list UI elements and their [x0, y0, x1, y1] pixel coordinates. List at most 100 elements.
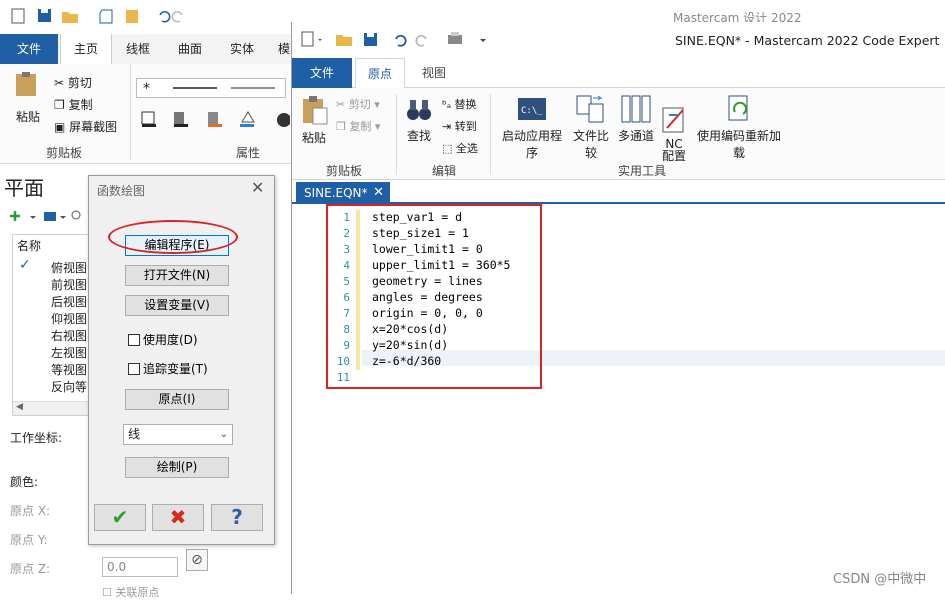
attribute-color-icons[interactable]: [140, 108, 290, 130]
cancel-button[interactable]: ✖: [152, 504, 204, 531]
background-ribbon-tabs: 文件 主页 线框 曲面 实体 模: [0, 34, 300, 64]
code-expert-ribbon: 粘贴 ✂ 剪切 ▾ ❐ 复制 ▾ 剪贴板 查找 ᵇₐ 替换 ⇥ 转到 ⬚ 全选 …: [292, 88, 945, 180]
checkbox-box: [128, 334, 140, 346]
check-icon: ✓: [19, 257, 31, 273]
bg-screenshot-label: 屏幕截图: [69, 120, 118, 134]
launch-app-button[interactable]: C:\_ 启动应用程序: [498, 96, 566, 161]
bg-tab-home[interactable]: 主页: [60, 34, 112, 64]
document-tab-label: SINE.EQN*: [304, 186, 368, 200]
cut-button[interactable]: ✂ 剪切 ▾: [336, 96, 380, 112]
watermark: CSDN @中微中: [833, 572, 927, 587]
link-origin-checkbox[interactable]: ☐ 关联原点: [102, 584, 159, 600]
select-all-icon: ⬚: [442, 142, 453, 155]
paste-button[interactable]: 粘贴: [298, 94, 330, 146]
plane-list-hscrollbar[interactable]: ◀: [13, 401, 89, 415]
dialog-title: 函数绘图: [97, 184, 146, 198]
select-all-button[interactable]: ⬚ 全选: [442, 140, 478, 156]
quick-access-icons[interactable]: [10, 6, 190, 26]
bg-copy-button[interactable]: ❐ 复制: [54, 96, 93, 113]
bg-line-style-dropdowns[interactable]: *: [136, 78, 286, 98]
tab-origin[interactable]: 原点: [355, 58, 405, 89]
tab-file[interactable]: 文件: [292, 58, 352, 88]
trace-variables-label: 追踪变量(T): [143, 362, 208, 376]
bg-tab-file[interactable]: 文件: [0, 34, 58, 64]
open-file-button[interactable]: 打开文件(N): [125, 265, 229, 286]
bg-tab-surface[interactable]: 曲面: [168, 34, 212, 64]
code-expert-qat-icons[interactable]: [300, 30, 500, 50]
bg-tab-solid[interactable]: 实体: [220, 34, 264, 64]
bg-paste-label: 粘贴: [16, 110, 41, 124]
svg-text:C:\_: C:\_: [521, 106, 543, 116]
plane-item[interactable]: 仰视图: [51, 310, 87, 327]
multi-channel-icon: [621, 95, 651, 123]
bg-cut-label: 剪切: [67, 76, 92, 90]
cut-label: 剪切: [348, 98, 371, 111]
clipboard-group-label: 剪贴板: [326, 164, 363, 178]
clipboard-icon: [303, 96, 328, 125]
copy-button[interactable]: ❐ 复制 ▾: [336, 118, 380, 134]
reload-encoding-button[interactable]: 使用编码重新加载: [694, 94, 784, 161]
plane-item[interactable]: 反向等: [51, 378, 87, 395]
close-icon[interactable]: ✕: [373, 182, 384, 204]
use-degrees-checkbox[interactable]: 使用度(D): [128, 331, 198, 348]
geometry-type-select[interactable]: 线 ⌄: [123, 424, 233, 445]
binoculars-icon: [407, 100, 431, 120]
multi-channel-button[interactable]: 多通道: [616, 94, 656, 144]
select-all-label: 全选: [455, 142, 478, 155]
file-compare-icon: [576, 95, 604, 123]
plane-item[interactable]: 俯视图: [51, 259, 87, 276]
bg-screenshot-button[interactable]: ▣ 屏幕截图: [54, 118, 117, 135]
help-button[interactable]: ?: [211, 504, 263, 531]
code-expert-title: SINE.EQN* - Mastercam 2022 Code Expert: [675, 33, 940, 48]
tools-group-label: 实用工具: [618, 164, 667, 178]
plane-item[interactable]: 右视图: [51, 327, 87, 344]
plane-toolbar[interactable]: [8, 208, 88, 224]
nc-config-label: NC 配置: [661, 137, 686, 163]
plane-item[interactable]: 等视图: [51, 361, 87, 378]
checkbox-box: [128, 363, 140, 375]
camera-icon: ▣: [54, 120, 66, 134]
annotation-ellipse: [108, 220, 238, 254]
plane-list[interactable]: 名称 ✓ 俯视图 前视图 后视图 仰视图 右视图 左视图 等视图 反向等 ◀: [12, 234, 90, 416]
draw-button[interactable]: 绘制(P): [125, 457, 229, 478]
bg-cut-button[interactable]: ✂ 剪切: [54, 74, 92, 91]
reload-icon: [728, 95, 748, 121]
launch-app-label: 启动应用程序: [501, 129, 562, 160]
plane-item[interactable]: 后视图: [51, 293, 87, 310]
document-tab[interactable]: SINE.EQN* ✕: [296, 182, 390, 204]
clipboard-icon: [16, 72, 36, 96]
set-variables-button[interactable]: 设置变量(V): [125, 295, 229, 316]
bg-attributes-group-label: 属性: [236, 146, 261, 160]
bg-copy-label: 复制: [68, 98, 93, 112]
no-entry-icon[interactable]: ⊘: [186, 549, 208, 571]
nc-config-icon: [662, 107, 684, 133]
bg-tab-wireframe[interactable]: 线框: [116, 34, 160, 64]
goto-button[interactable]: ⇥ 转到: [442, 118, 477, 134]
goto-icon: ⇥: [442, 120, 452, 133]
plane-item[interactable]: 左视图: [51, 344, 87, 361]
tab-view[interactable]: 视图: [412, 58, 456, 88]
document-tab-strip: SINE.EQN* ✕: [292, 182, 945, 204]
scissors-icon: ✂: [54, 76, 65, 90]
find-button[interactable]: 查找: [404, 96, 434, 144]
origin-z-input[interactable]: 0.0: [102, 557, 178, 577]
find-label: 查找: [406, 129, 431, 143]
bg-clipboard-group-label: 剪贴板: [46, 146, 83, 160]
color-label: 颜色:: [10, 475, 39, 489]
trace-variables-checkbox[interactable]: 追踪变量(T): [128, 360, 208, 377]
replace-button[interactable]: ᵇₐ 替换: [442, 96, 477, 112]
plane-item[interactable]: 前视图: [51, 276, 87, 293]
scroll-left-icon: ◀: [16, 402, 23, 412]
ok-button[interactable]: ✔: [94, 504, 146, 531]
background-ribbon: 粘贴 ✂ 剪切 ❐ 复制 ▣ 屏幕截图 剪贴板 * 属性: [0, 64, 292, 164]
origin-button[interactable]: 原点(I): [125, 389, 229, 410]
copy-icon: ❐: [54, 98, 65, 112]
bg-paste-button[interactable]: [12, 70, 42, 110]
paste-label: 粘贴: [301, 131, 326, 145]
geometry-type-value: 线: [128, 427, 141, 441]
file-compare-button[interactable]: 文件比较: [568, 94, 614, 161]
plane-list-header: 名称: [17, 239, 42, 253]
copy-label: 复制: [349, 120, 372, 133]
terminal-icon: C:\_: [518, 98, 546, 120]
close-icon[interactable]: ✕: [251, 178, 264, 197]
